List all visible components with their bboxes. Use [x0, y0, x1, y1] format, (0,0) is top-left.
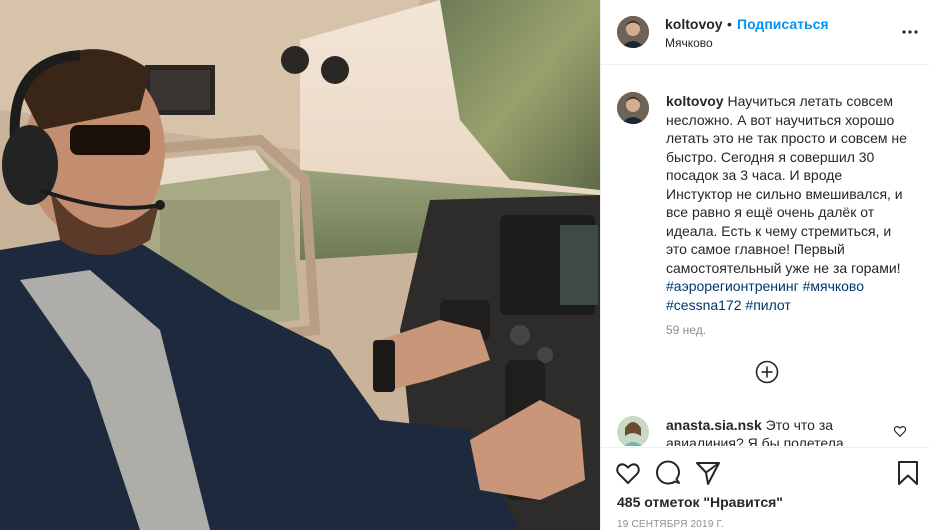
comment-item: anasta.sia.nsk Это что за авиалиния? Я б… — [601, 414, 929, 446]
hashtag-link[interactable]: #аэрорегионтренинг — [666, 278, 799, 294]
hashtag-link[interactable]: #пилот — [745, 297, 790, 313]
caption-body: Научиться летать совсем несложно. А вот … — [666, 93, 907, 276]
comment-text: anasta.sia.nsk Это что за авиалиния? Я б… — [666, 416, 881, 446]
paper-plane-icon[interactable] — [695, 460, 721, 486]
likes-count[interactable]: 485 отметок "Нравится" — [617, 494, 783, 510]
commenter-username[interactable]: anasta.sia.nsk — [666, 417, 762, 433]
commenter-avatar[interactable] — [617, 416, 649, 446]
hashtag-link[interactable]: #cessna172 — [666, 297, 742, 313]
hashtag-link[interactable]: #мячково — [803, 278, 864, 294]
comment-icon[interactable] — [655, 460, 681, 486]
avatar[interactable] — [617, 92, 649, 124]
avatar[interactable] — [617, 16, 649, 48]
heart-icon[interactable] — [615, 460, 641, 486]
post-date[interactable]: 19 СЕНТЯБРЯ 2019 Г. — [617, 519, 724, 530]
plus-circle-icon[interactable] — [755, 360, 779, 384]
actions-bar: 485 отметок "Нравится" 19 СЕНТЯБРЯ 2019 … — [601, 447, 929, 530]
caption-section: koltovoy Научиться летать совсем несложн… — [601, 66, 929, 446]
caption-username[interactable]: koltovoy — [666, 93, 724, 109]
username-link[interactable]: koltovoy — [665, 16, 723, 32]
bookmark-icon[interactable] — [895, 460, 921, 486]
caption-time[interactable]: 59 нед. — [666, 323, 706, 337]
separator-dot: • — [727, 16, 732, 32]
post-header: koltovoy • Подписаться Мячково — [601, 0, 929, 65]
cockpit-photo — [0, 0, 600, 530]
post-photo[interactable] — [0, 0, 600, 530]
heart-icon[interactable] — [893, 424, 907, 438]
more-options-icon[interactable] — [901, 22, 919, 42]
follow-button[interactable]: Подписаться — [737, 16, 829, 32]
post-panel: koltovoy • Подписаться Мячково koltovoy … — [600, 0, 929, 530]
caption-text: koltovoy Научиться летать совсем несложн… — [666, 92, 911, 314]
location-link[interactable]: Мячково — [665, 36, 713, 50]
